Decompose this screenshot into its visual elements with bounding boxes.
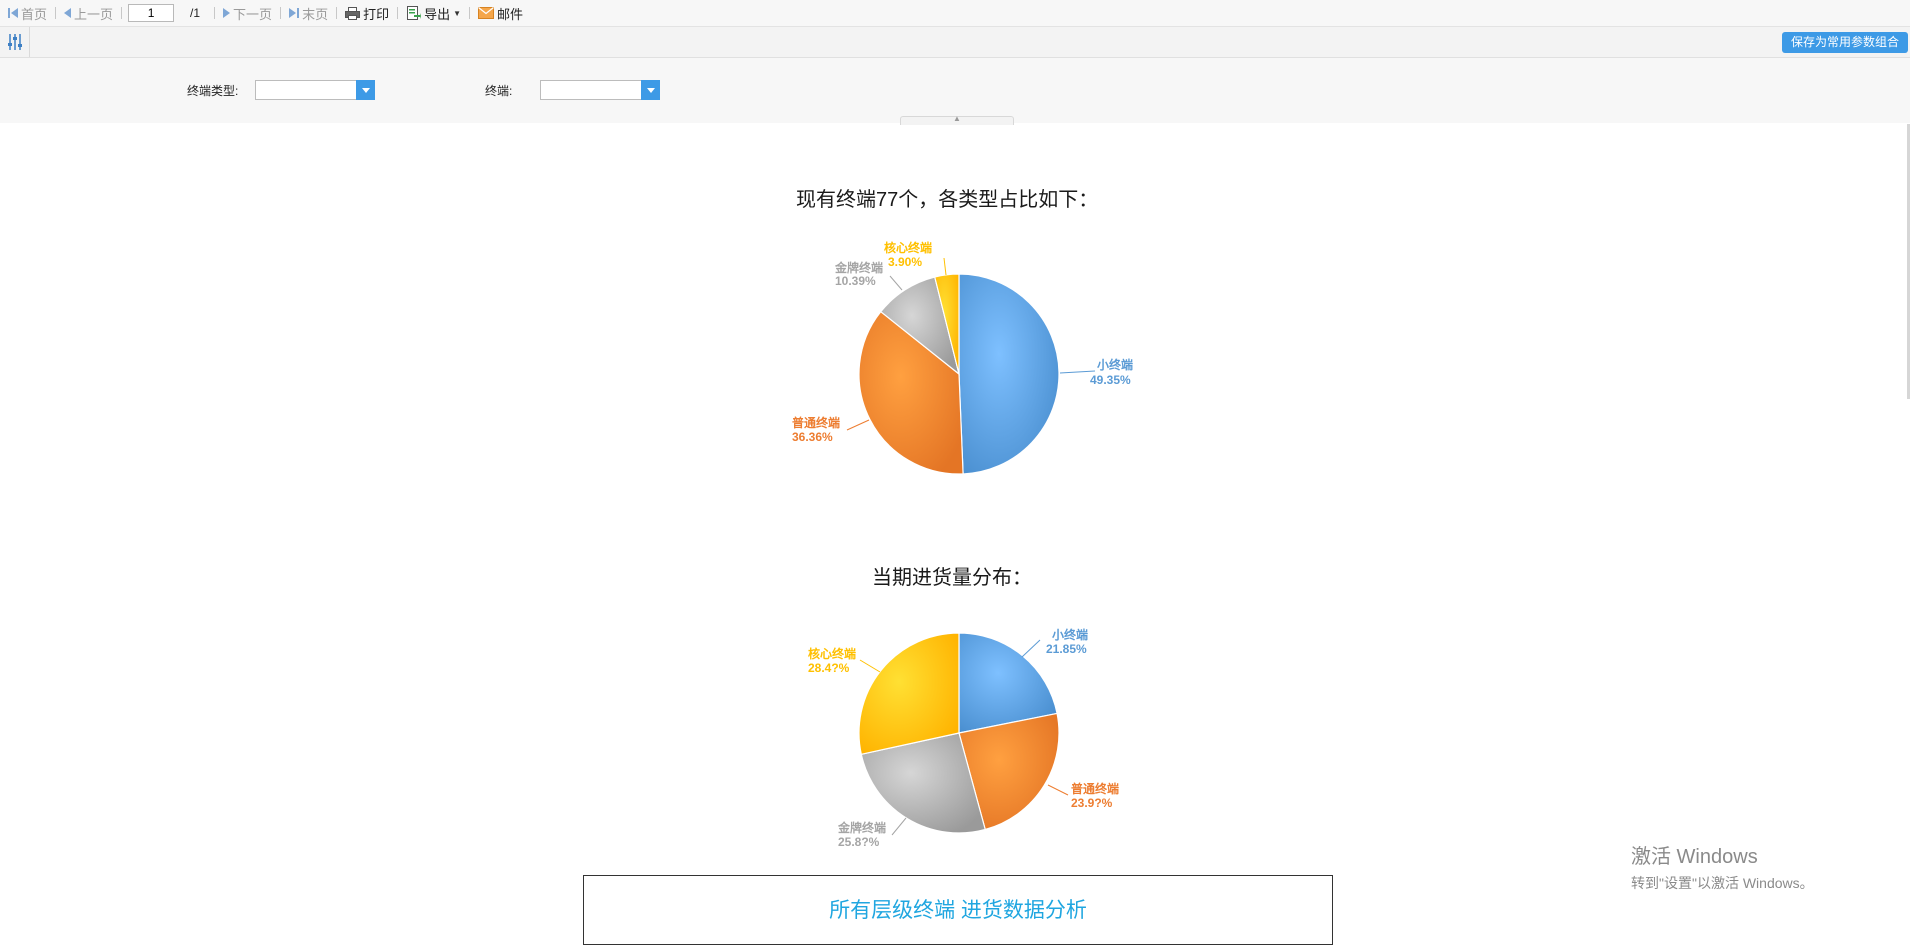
analysis-table-title: 所有层级终端 进货数据分析: [829, 899, 1087, 922]
chart2-pie: 小终端 21.85% 普通终端 23.9?% 金牌终端 25.8?% 核心终端 …: [808, 627, 1119, 849]
pie2-label-small-name: 小终端: [1052, 627, 1088, 642]
pie2-label-gold-name: 金牌终端: [837, 820, 886, 835]
pie2-label-core-name: 核心终端: [808, 646, 856, 661]
pie2-slice-3[interactable]: [858, 632, 960, 756]
watermark-line2: 转到"设置"以激活 Windows。: [1631, 875, 1814, 891]
pie2-label-gold-pct: 25.8?%: [838, 835, 880, 849]
watermark-line1: 激活 Windows: [1631, 846, 1758, 868]
pie2-label-small-pct: 21.85%: [1046, 642, 1087, 656]
pie2-label-normal-pct: 23.9?%: [1071, 796, 1113, 810]
pie2-label-core-pct: 28.4?%: [808, 661, 850, 675]
windows-activation-watermark: 激活 Windows 转到"设置"以激活 Windows。: [1631, 840, 1814, 893]
pie2-label-normal-name: 普通终端: [1071, 781, 1119, 796]
analysis-table: 所有层级终端 进货数据分析: [583, 875, 1333, 945]
